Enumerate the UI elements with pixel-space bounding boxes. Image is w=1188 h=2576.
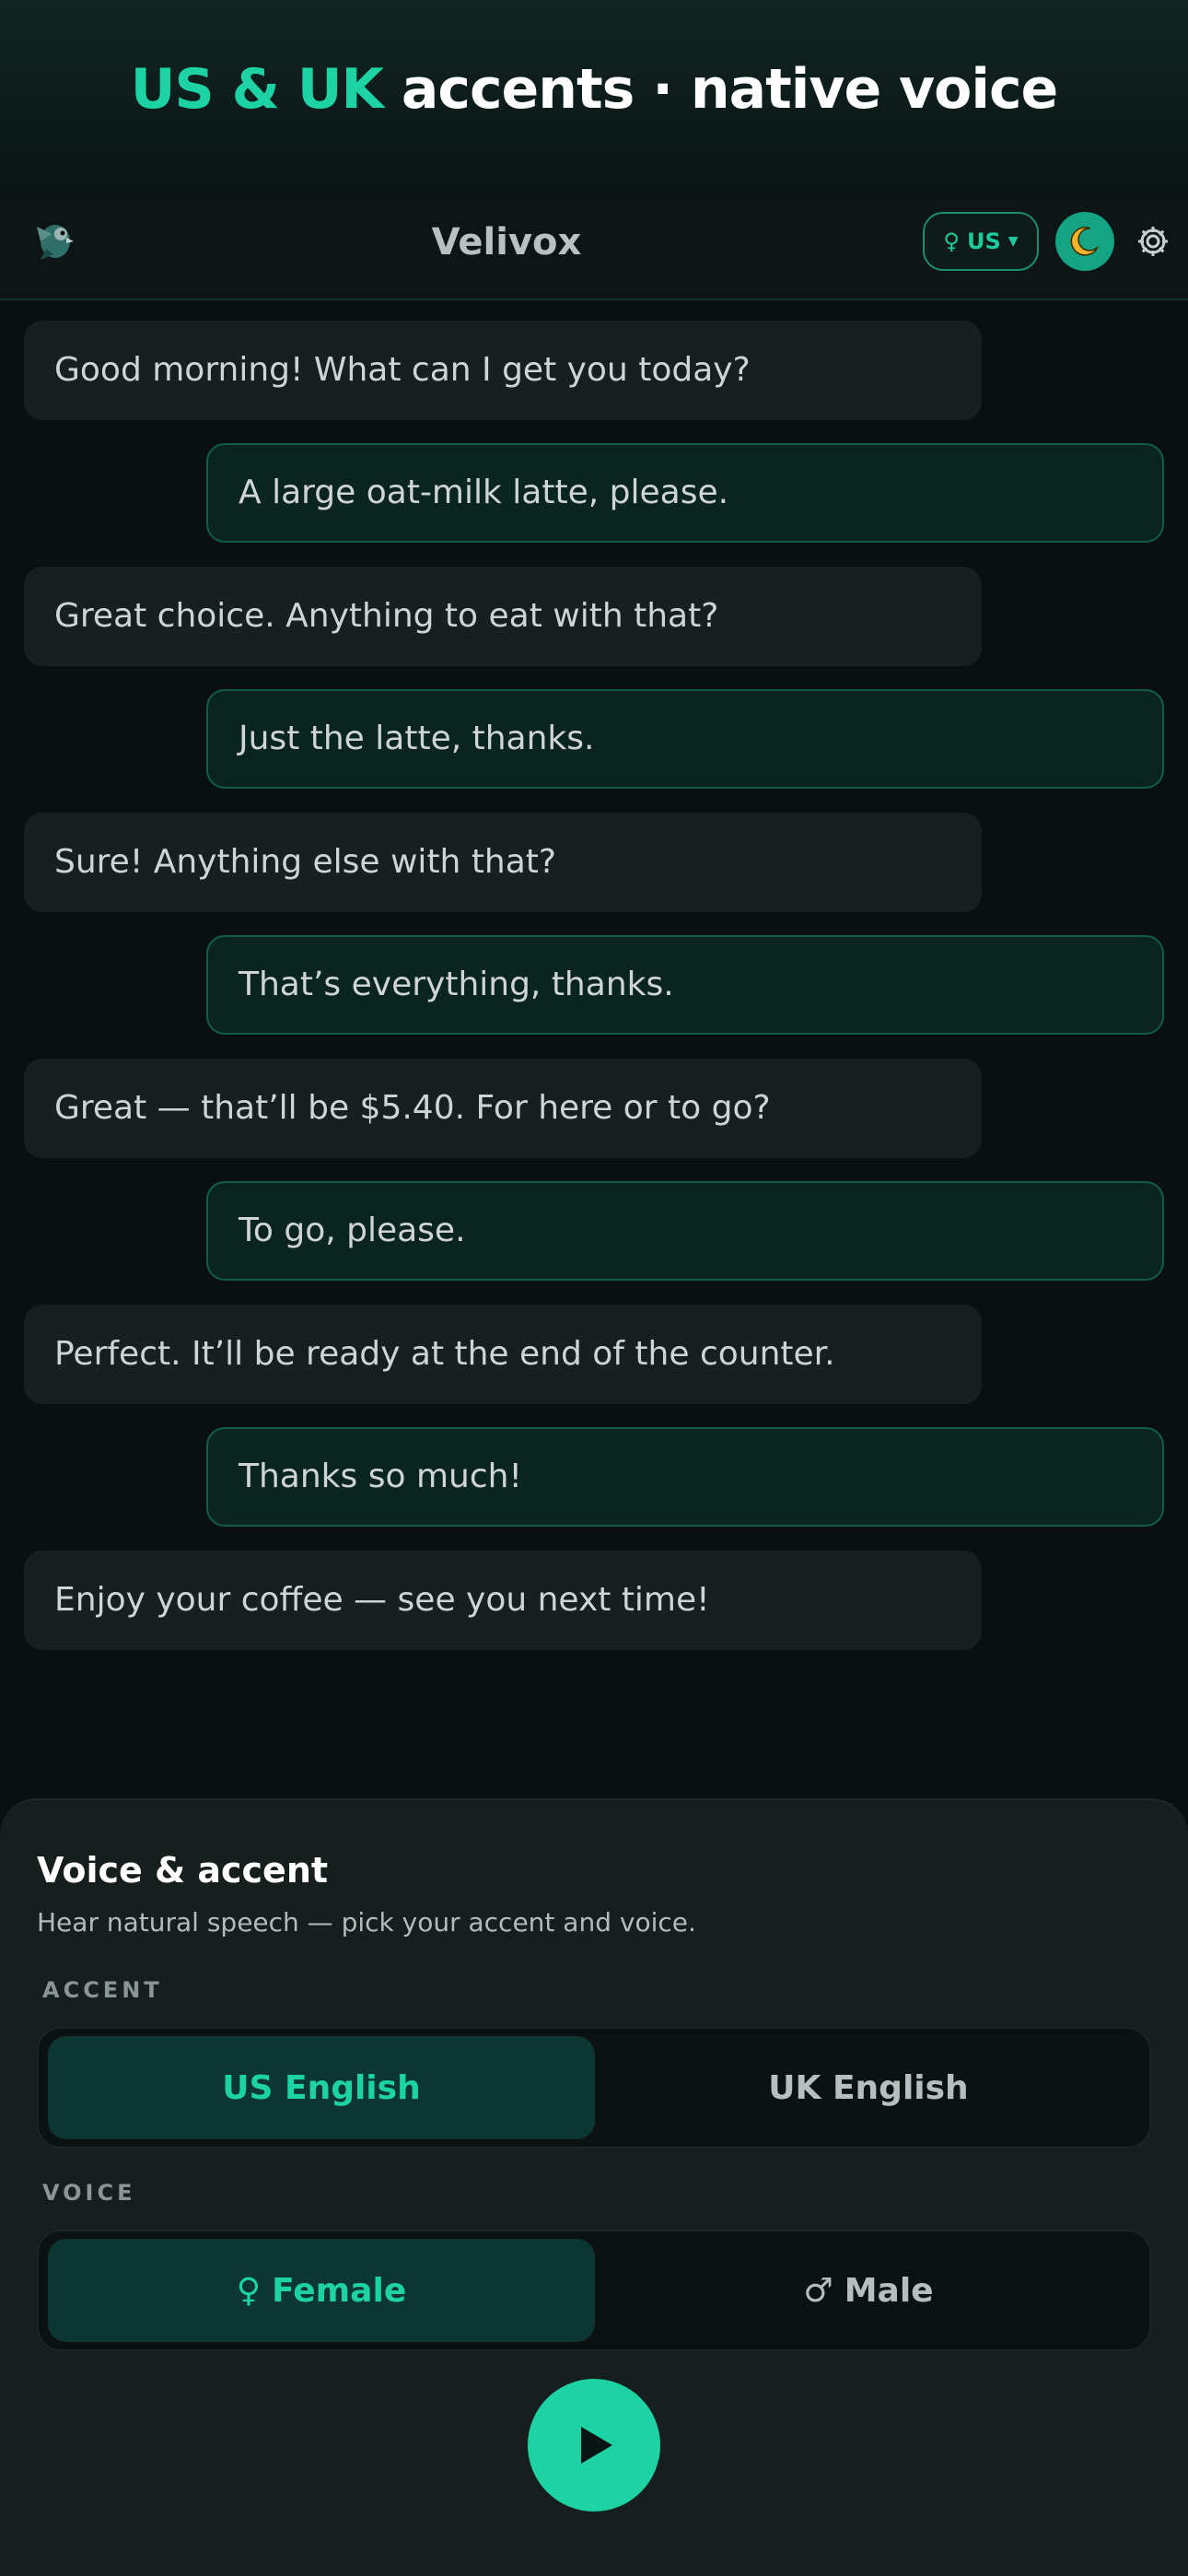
- voice-section-label: VOICE: [42, 2180, 136, 2206]
- message-bubble-bot: Great choice. Anything to eat with that?: [24, 567, 982, 666]
- message-bubble-bot: Great — that’ll be $5.40. For here or to…: [24, 1059, 982, 1158]
- message-bubble-user: A large oat-milk latte, please.: [206, 443, 1164, 543]
- hero-title-rest: accents · native voice: [383, 57, 1058, 122]
- message-bubble-bot: Good morning! What can I get you today?: [24, 321, 982, 420]
- play-button[interactable]: [528, 2379, 660, 2512]
- message-bubble-bot: Enjoy your coffee — see you next time!: [24, 1551, 982, 1650]
- sheet-subtitle: Hear natural speech — pick your accent a…: [37, 1907, 696, 1938]
- accent-segmented-control: US English UK English: [37, 2027, 1151, 2149]
- gear-icon: [1138, 227, 1168, 256]
- chevron-down-icon: ▼: [1007, 234, 1019, 249]
- voice-option-label: Female: [272, 2271, 407, 2310]
- female-symbol-icon: ♀: [236, 2271, 262, 2310]
- app-bar: Velivox ♀ US ▼: [0, 193, 1188, 300]
- message-bubble-user: To go, please.: [206, 1181, 1164, 1281]
- voice-option-label: Male: [844, 2271, 934, 2310]
- message-bubble-user: Thanks so much!: [206, 1427, 1164, 1527]
- sheet-title: Voice & accent: [37, 1850, 329, 1891]
- accent-option-uk[interactable]: UK English: [595, 2036, 1142, 2139]
- voice-option-male[interactable]: ♂ Male: [595, 2239, 1142, 2342]
- hero-title: US & UK accents · native voice: [0, 57, 1188, 122]
- message-bubble-user: Just the latte, thanks.: [206, 689, 1164, 789]
- settings-button[interactable]: [1131, 219, 1175, 263]
- theme-toggle-button[interactable]: [1055, 212, 1114, 271]
- message-bubble-user: That’s everything, thanks.: [206, 935, 1164, 1035]
- locale-selector[interactable]: ♀ US ▼: [923, 212, 1039, 271]
- voice-option-female[interactable]: ♀ Female: [48, 2239, 595, 2342]
- accent-section-label: ACCENT: [42, 1977, 163, 2003]
- message-bubble-bot: Sure! Anything else with that?: [24, 813, 982, 912]
- accent-option-us[interactable]: US English: [48, 2036, 595, 2139]
- hero-title-accent: US & UK: [130, 57, 384, 122]
- moon-icon: [1070, 227, 1099, 256]
- locale-label: US: [967, 228, 1001, 254]
- voice-segmented-control: ♀ Female ♂ Male: [37, 2230, 1151, 2351]
- message-bubble-bot: Perfect. It’ll be ready at the end of th…: [24, 1305, 982, 1404]
- female-symbol-icon: ♀: [943, 228, 960, 254]
- hero-banner: US & UK accents · native voice: [0, 0, 1188, 193]
- app-title: Velivox: [431, 221, 582, 263]
- play-icon: [581, 2427, 612, 2464]
- male-symbol-icon: ♂: [803, 2271, 833, 2310]
